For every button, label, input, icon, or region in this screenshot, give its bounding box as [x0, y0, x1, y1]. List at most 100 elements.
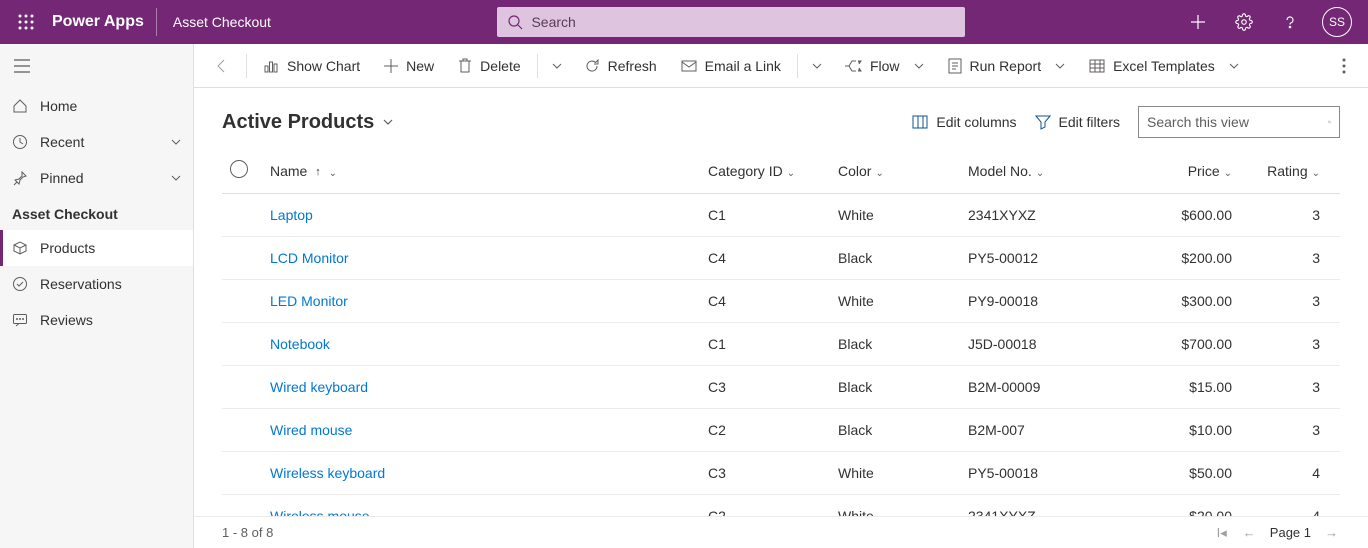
sidebar-toggle[interactable] [0, 44, 193, 88]
column-header-model[interactable]: Model No.⌄ [960, 148, 1120, 194]
table-row[interactable]: LaptopC1White2341XYXZ$600.003 [222, 194, 1340, 237]
sidebar-item-home[interactable]: Home [0, 88, 193, 124]
product-link[interactable]: LED Monitor [270, 293, 348, 309]
view-title-selector[interactable]: Active Products [222, 111, 394, 134]
prev-page-button[interactable]: ← [1241, 525, 1258, 540]
sidebar: Home Recent Pinned Asset Checkout Produc… [0, 44, 194, 548]
cell-category: C3 [700, 452, 830, 495]
cell-model: PY5-00012 [960, 237, 1120, 280]
cell-color: Black [830, 323, 960, 366]
product-link[interactable]: Laptop [270, 207, 313, 223]
refresh-button[interactable]: Refresh [574, 44, 667, 88]
show-chart-button[interactable]: Show Chart [253, 44, 370, 88]
sidebar-item-reservations[interactable]: Reservations [0, 266, 193, 302]
sidebar-item-reviews[interactable]: Reviews [0, 302, 193, 338]
delete-split-button[interactable] [544, 44, 570, 88]
product-link[interactable]: Wired keyboard [270, 379, 368, 395]
row-select-cell[interactable] [222, 366, 262, 409]
select-all-circle-icon [230, 160, 248, 178]
new-global-button[interactable] [1176, 0, 1220, 44]
sort-asc-icon: ↑ [315, 166, 321, 178]
product-link[interactable]: Wired mouse [270, 422, 352, 438]
select-all-header[interactable] [222, 148, 262, 194]
cmd-label: Run Report [970, 58, 1042, 74]
view-link-label: Edit columns [936, 114, 1016, 130]
mail-icon [681, 59, 697, 73]
cell-rating: 4 [1240, 495, 1340, 517]
product-link[interactable]: LCD Monitor [270, 250, 349, 266]
column-header-color[interactable]: Color⌄ [830, 148, 960, 194]
table-row[interactable]: Wired mouseC2BlackB2M-007$10.003 [222, 409, 1340, 452]
product-link[interactable]: Wireless mouse [270, 508, 370, 516]
column-header-price[interactable]: Price⌄ [1120, 148, 1240, 194]
gear-icon [1235, 13, 1253, 31]
filter-icon [1035, 114, 1051, 130]
sidebar-item-recent[interactable]: Recent [0, 124, 193, 160]
edit-filters-button[interactable]: Edit filters [1035, 114, 1120, 130]
report-icon [948, 58, 962, 74]
row-select-cell[interactable] [222, 452, 262, 495]
row-select-cell[interactable] [222, 495, 262, 517]
row-select-cell[interactable] [222, 409, 262, 452]
sidebar-item-products[interactable]: Products [0, 230, 193, 266]
edit-columns-button[interactable]: Edit columns [912, 114, 1016, 130]
cmd-label: Excel Templates [1113, 58, 1215, 74]
search-icon [1328, 114, 1331, 130]
settings-button[interactable] [1222, 0, 1266, 44]
cell-color: White [830, 452, 960, 495]
cell-color: Black [830, 409, 960, 452]
table-row[interactable]: Wireless keyboardC3WhitePY5-00018$50.004 [222, 452, 1340, 495]
first-page-button[interactable]: I◂ [1215, 525, 1229, 541]
view-search-input[interactable] [1147, 114, 1328, 130]
sidebar-item-label: Reviews [40, 312, 181, 328]
cell-model: PY9-00018 [960, 280, 1120, 323]
help-button[interactable] [1268, 0, 1312, 44]
flow-button[interactable]: Flow [834, 44, 934, 88]
cmd-label: Flow [870, 58, 900, 74]
run-report-button[interactable]: Run Report [938, 44, 1076, 88]
overflow-button[interactable] [1328, 44, 1360, 88]
table-row[interactable]: NotebookC1BlackJ5D-00018$700.003 [222, 323, 1340, 366]
table-row[interactable]: LCD MonitorC4BlackPY5-00012$200.003 [222, 237, 1340, 280]
chevron-down-icon [552, 61, 562, 71]
clock-icon [12, 134, 28, 150]
row-select-cell[interactable] [222, 194, 262, 237]
avatar[interactable]: SS [1322, 7, 1352, 37]
cell-category: C4 [700, 237, 830, 280]
row-select-cell[interactable] [222, 280, 262, 323]
next-page-button[interactable]: → [1323, 525, 1340, 540]
column-header-category[interactable]: Category ID⌄ [700, 148, 830, 194]
email-split-button[interactable] [804, 44, 830, 88]
table-row[interactable]: LED MonitorC4WhitePY9-00018$300.003 [222, 280, 1340, 323]
back-button [202, 58, 242, 74]
chevron-down-icon [1229, 61, 1239, 71]
table-row[interactable]: Wired keyboardC3BlackB2M-00009$15.003 [222, 366, 1340, 409]
back-arrow-icon [214, 58, 230, 74]
global-search-input[interactable] [531, 14, 955, 30]
waffle-button[interactable] [4, 14, 48, 30]
sidebar-item-pinned[interactable]: Pinned [0, 160, 193, 196]
new-button[interactable]: New [374, 44, 444, 88]
excel-templates-button[interactable]: Excel Templates [1079, 44, 1249, 88]
excel-icon [1089, 58, 1105, 74]
row-select-cell[interactable] [222, 323, 262, 366]
cell-price: $50.00 [1120, 452, 1240, 495]
column-header-name[interactable]: Name ↑ ⌄ [262, 148, 700, 194]
command-bar: Show Chart New Delete Refresh Email a Li… [194, 44, 1368, 88]
column-header-rating[interactable]: Rating⌄ [1240, 148, 1340, 194]
pager: I◂ ← Page 1 → [1215, 525, 1340, 541]
email-link-button[interactable]: Email a Link [671, 44, 791, 88]
view-search[interactable] [1138, 106, 1340, 138]
delete-button[interactable]: Delete [448, 44, 530, 88]
cell-price: $10.00 [1120, 409, 1240, 452]
separator [797, 54, 798, 78]
grid-container: Name ↑ ⌄ Category ID⌄ Color⌄ Model No.⌄ … [194, 148, 1368, 516]
sidebar-item-label: Products [40, 240, 181, 256]
global-search[interactable] [497, 7, 965, 37]
product-link[interactable]: Wireless keyboard [270, 465, 385, 481]
search-icon [507, 14, 523, 30]
row-select-cell[interactable] [222, 237, 262, 280]
product-link[interactable]: Notebook [270, 336, 330, 352]
table-row[interactable]: Wireless mouseC2White2341XYXZ$20.004 [222, 495, 1340, 517]
cell-category: C2 [700, 495, 830, 517]
